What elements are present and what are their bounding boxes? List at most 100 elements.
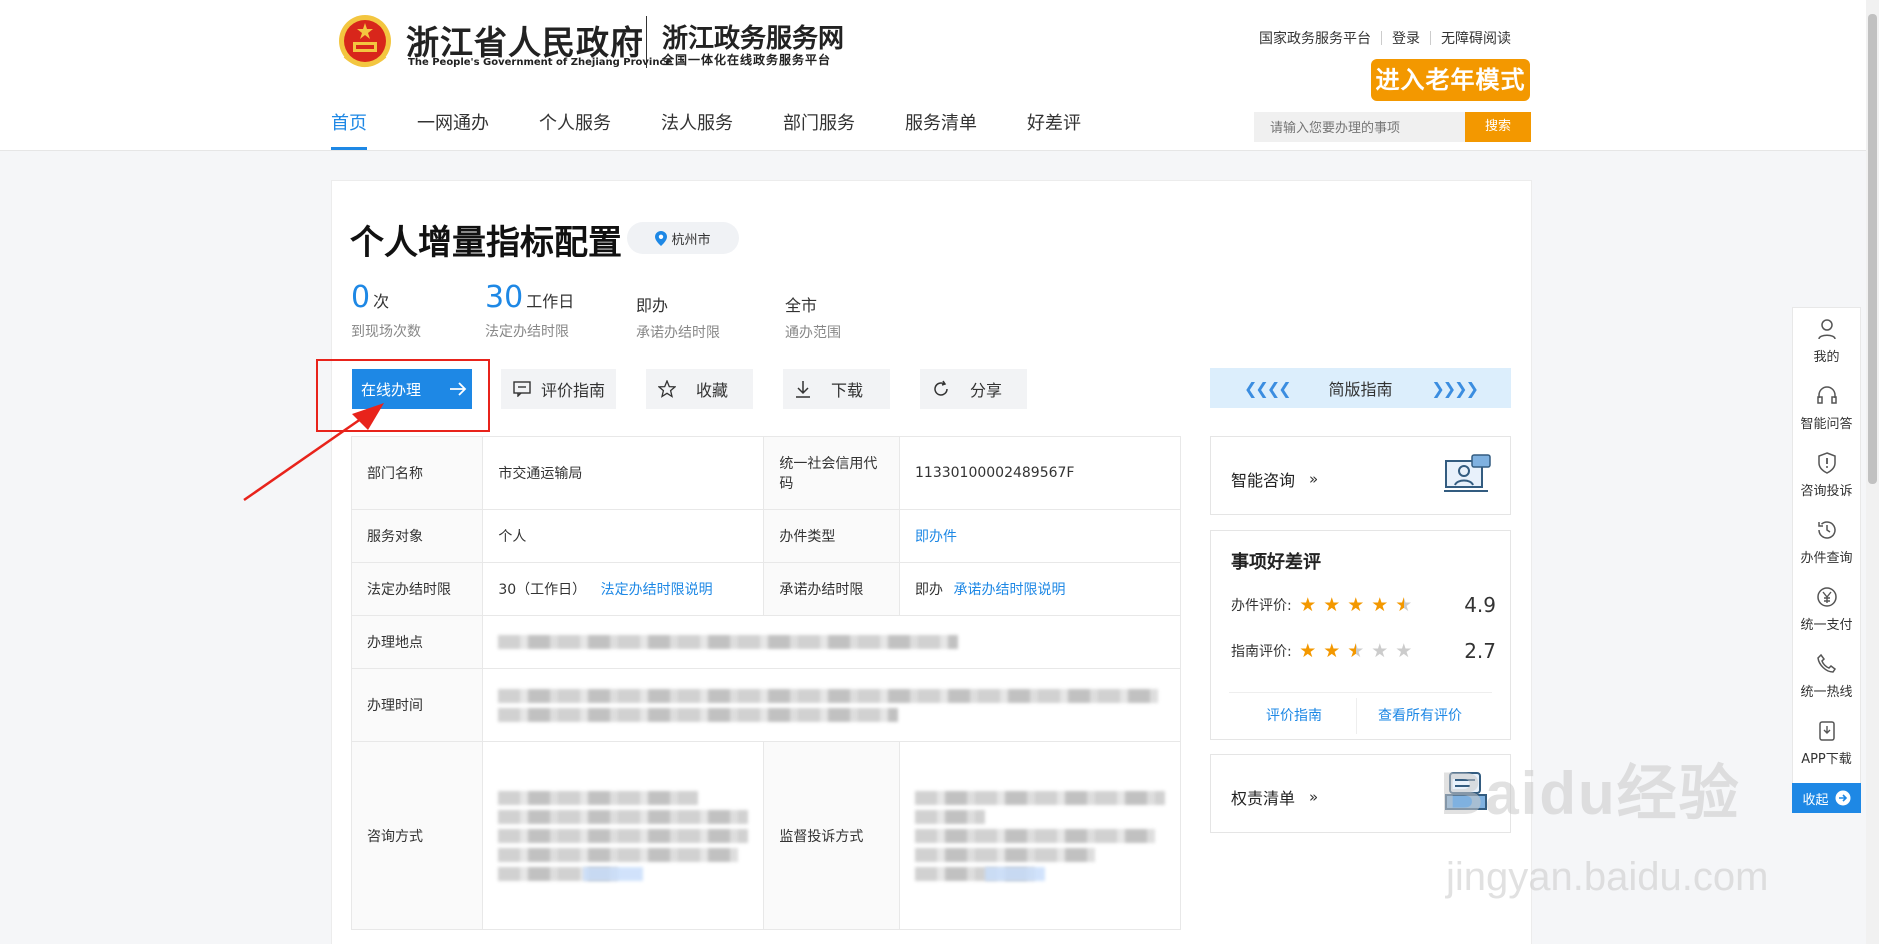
location-pin-icon (655, 230, 668, 246)
item-title: 个人增量指标配置 (350, 223, 622, 263)
rating-card: 事项好差评 办件评价: ★ ★ ★ ★ ★ 4.9 指南评价: ★ ★ ★ ★ ★ 2.7 评价… (1210, 530, 1511, 740)
rating-star-icon: ★ (1323, 640, 1341, 662)
stat-legal-number: 30 (485, 280, 524, 315)
place-label: 办理地点 (350, 615, 484, 669)
nav-department[interactable]: 部门服务 (783, 112, 855, 150)
chevrons-left-icon: ❮❮❮❮ (1244, 378, 1292, 398)
guide-rating-row: 指南评价: ★ ★ ★ ★ ★ 2.7 (1231, 628, 1496, 674)
national-emblem-icon (339, 15, 391, 67)
app-download-icon (1818, 721, 1835, 741)
favorite-button[interactable]: 收藏 (646, 369, 753, 409)
float-mine[interactable]: 我的 (1793, 308, 1860, 375)
watermark-url: jingyan.baidu.com (1446, 855, 1769, 899)
nav-personal[interactable]: 个人服务 (539, 112, 611, 150)
stat-promise-value: 即办 (636, 296, 669, 315)
rating-star-icon: ★ (1347, 594, 1365, 616)
float-complaint-label: 咨询投诉 (1800, 484, 1853, 499)
float-smart-qa[interactable]: 智能问答 (1793, 375, 1860, 442)
yuan-icon (1816, 587, 1837, 607)
float-hotline[interactable]: 统一热线 (1793, 643, 1860, 710)
credit-code-value: 11330100002489567F (899, 436, 1181, 510)
float-query[interactable]: 办件查询 (1793, 509, 1860, 576)
legal-limit-link[interactable]: 法定办结时限说明 (601, 582, 713, 598)
handle-type-label: 办件类型 (763, 509, 900, 563)
handle-type-link[interactable]: 即办件 (899, 509, 1181, 563)
collapse-button[interactable]: 收起 (1792, 783, 1861, 813)
rating-star-icon: ★ (1371, 640, 1389, 662)
item-info-table: 部门名称 市交通运输局 统一社会信用代码 11330100002489567F … (350, 436, 1181, 930)
handle-rating-score: 4.9 (1464, 593, 1496, 617)
rating-guide-link[interactable]: 评价指南 (1266, 705, 1322, 725)
promise-limit-link[interactable]: 承诺办结时限说明 (953, 582, 1065, 598)
consult-label: 咨询方式 (350, 741, 484, 930)
elder-mode-button[interactable]: 进入老年模式 (1371, 59, 1530, 101)
float-payment-label: 统一支付 (1800, 618, 1853, 633)
service-subtitle: 全国一体化在线政务服务平台 (662, 53, 832, 67)
float-app-download-label: APP下载 (1801, 752, 1852, 767)
gov-subtitle: The People's Government of Zhejiang Prov… (408, 57, 673, 68)
nav-home[interactable]: 首页 (331, 112, 367, 150)
page: 浙江省人民政府 The People's Government of Zheji… (0, 0, 1879, 944)
float-smart-qa-label: 智能问答 (1800, 417, 1853, 432)
float-complaint[interactable]: 咨询投诉 (1793, 442, 1860, 509)
dept-value: 市交通运输局 (482, 436, 765, 510)
history-icon (1817, 521, 1836, 539)
target-value: 个人 (482, 509, 765, 563)
search-button[interactable]: 搜索 (1465, 112, 1531, 142)
city-tag: 杭州市 (627, 222, 739, 254)
headset-icon (1816, 386, 1837, 404)
share-label: 分享 (970, 381, 1003, 400)
stat-legal-label: 法定办结时限 (485, 324, 569, 340)
watermark-logo: Baidu经验 (1440, 760, 1741, 827)
rating-star-icon: ★ (1395, 594, 1413, 616)
evaluate-guide-button[interactable]: 评价指南 (501, 369, 616, 409)
vertical-scrollbar[interactable] (1866, 0, 1879, 944)
accessibility-link[interactable]: 无障碍阅读 (1441, 28, 1511, 48)
nav-one-stop[interactable]: 一网通办 (417, 112, 489, 150)
smart-consult-card[interactable]: 智能咨询 » (1210, 436, 1511, 515)
legal-limit-value: 30（工作日） (498, 582, 587, 598)
promise-limit-value: 即办 (915, 582, 943, 598)
rating-star-icon: ★ (1323, 594, 1341, 616)
shield-alert-icon (1817, 452, 1836, 474)
promise-limit-cell: 即办 承诺办结时限说明 (899, 562, 1181, 616)
rating-star-icon: ★ (1299, 594, 1317, 616)
float-payment[interactable]: 统一支付 (1793, 576, 1860, 643)
rating-star-icon: ★ (1299, 640, 1317, 662)
rating-title: 事项好差评 (1231, 552, 1321, 573)
stat-visits-number: 0 (351, 280, 371, 315)
floating-sidebar: 我的 智能问答 咨询投诉 办件查询 统一支付 统一热线 APP下载 (1792, 307, 1861, 785)
simple-guide-bar[interactable]: ❮❮❮❮ 简版指南 ❯❯❯❯ (1210, 368, 1511, 408)
search-input[interactable] (1254, 112, 1465, 142)
stat-promise-label: 承诺办结时限 (636, 325, 720, 341)
comment-icon (513, 381, 531, 397)
supervise-label: 监督投诉方式 (763, 741, 900, 930)
login-link[interactable]: 登录 (1392, 28, 1420, 48)
nav-corporate[interactable]: 法人服务 (661, 112, 733, 150)
national-platform-link[interactable]: 国家政务服务平台 (1259, 28, 1371, 48)
scrollbar-thumb[interactable] (1868, 14, 1877, 484)
handle-rating-label: 办件评价: (1231, 598, 1292, 614)
handle-rating-row: 办件评价: ★ ★ ★ ★ ★ 4.9 (1231, 582, 1496, 628)
float-hotline-label: 统一热线 (1800, 685, 1853, 700)
phone-icon (1816, 653, 1836, 673)
nav-service-list[interactable]: 服务清单 (905, 112, 977, 150)
dept-label: 部门名称 (350, 436, 484, 510)
all-reviews-link[interactable]: 查看所有评价 (1378, 705, 1462, 725)
place-value-redacted (482, 615, 1181, 669)
main-nav: 首页 一网通办 个人服务 法人服务 部门服务 服务清单 好差评 (331, 112, 1131, 150)
table-row: 办理地点 (350, 615, 1181, 669)
stat-scope-value: 全市 (785, 296, 818, 315)
guide-rating-score: 2.7 (1464, 639, 1496, 663)
city-label: 杭州市 (671, 232, 711, 248)
table-row: 部门名称 市交通运输局 统一社会信用代码 11330100002489567F (350, 436, 1181, 510)
download-button[interactable]: 下载 (783, 369, 890, 409)
float-app-download[interactable]: APP下载 (1793, 710, 1860, 777)
handle-rating-stars: ★ ★ ★ ★ ★ (1298, 594, 1414, 616)
share-button[interactable]: 分享 (920, 369, 1027, 409)
star-outline-icon (658, 380, 676, 398)
nav-rating[interactable]: 好差评 (1027, 112, 1081, 150)
consult-value-redacted (482, 741, 765, 930)
target-label: 服务对象 (350, 509, 484, 563)
search-box: 搜索 (1254, 112, 1531, 142)
